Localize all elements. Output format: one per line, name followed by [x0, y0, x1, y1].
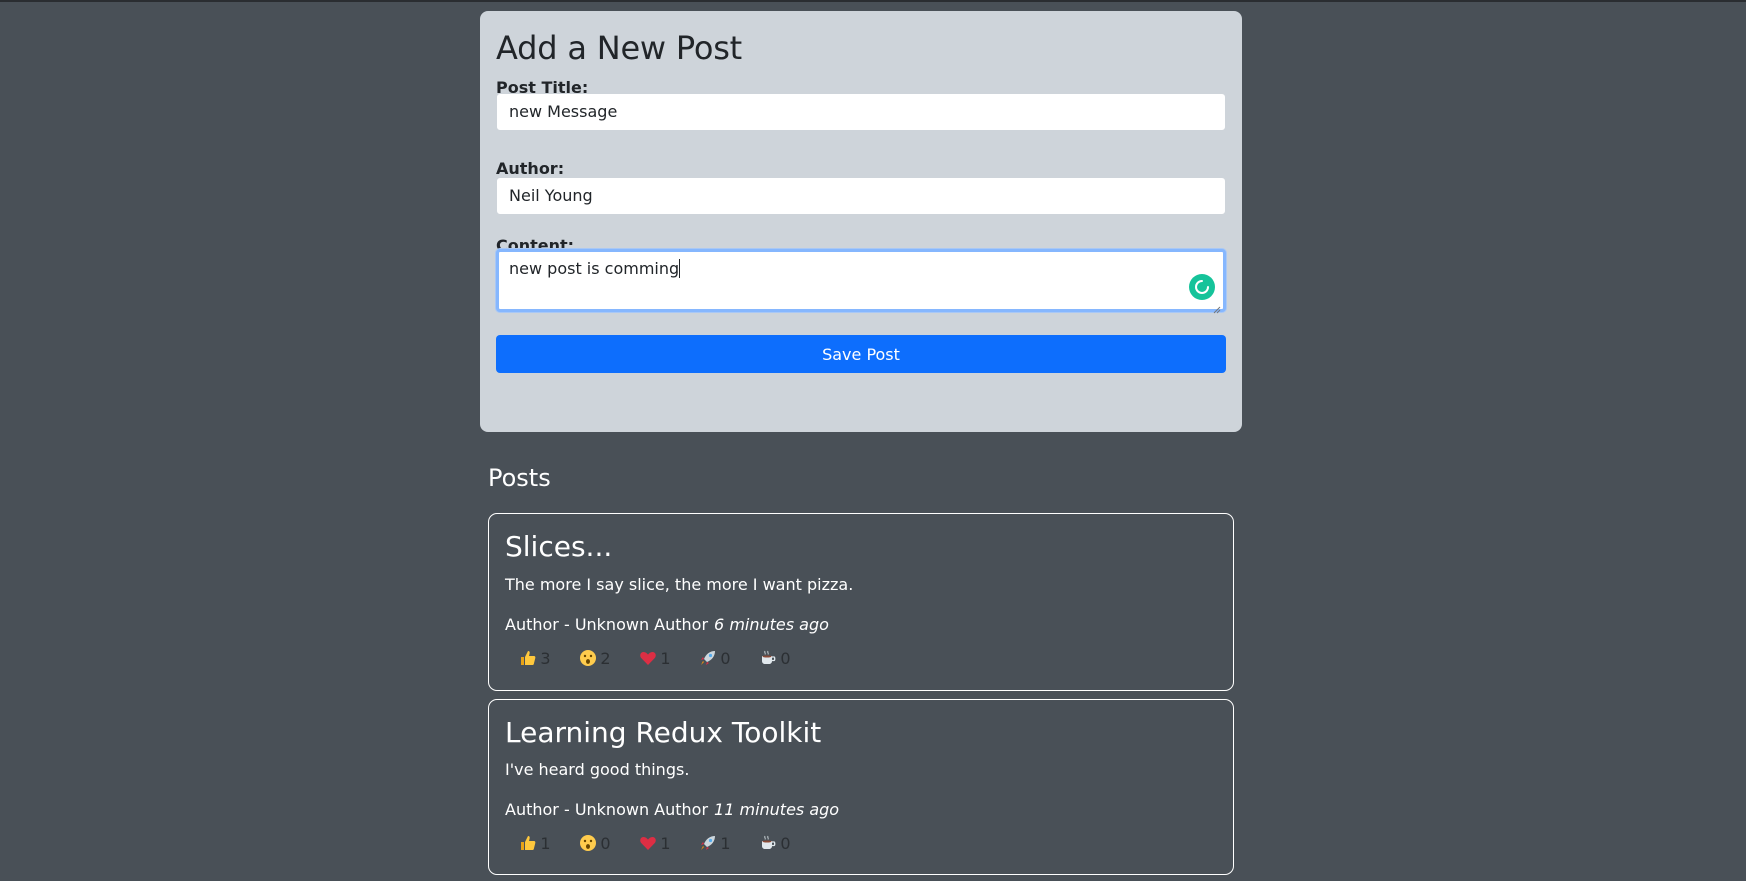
post-author: Author - Unknown Author	[505, 615, 709, 634]
heart-icon	[639, 834, 657, 852]
post-title: Learning Redux Toolkit	[505, 716, 822, 749]
reaction-bar: 1 0 1 1 0	[505, 829, 805, 857]
reaction-coffee-button[interactable]: 0	[745, 644, 805, 672]
thumbs-up-icon	[519, 834, 537, 852]
reaction-count: 0	[600, 833, 611, 853]
reaction-heart-button[interactable]: 1	[625, 829, 685, 857]
post-title: Slices...	[505, 530, 613, 563]
reaction-count: 0	[780, 648, 791, 668]
author-input[interactable]: Neil Young	[496, 177, 1226, 215]
heart-icon	[639, 649, 657, 667]
post-content: I've heard good things.	[505, 760, 690, 779]
rocket-icon	[699, 649, 717, 667]
reaction-thumbs-up-button[interactable]: 1	[505, 829, 565, 857]
reaction-count: 0	[780, 833, 791, 853]
reaction-count: 0	[720, 648, 731, 668]
wow-face-icon	[579, 834, 597, 852]
text-caret	[679, 259, 681, 278]
posts-heading: Posts	[488, 464, 551, 492]
content-text: new post is comming	[509, 259, 680, 278]
reaction-coffee-button[interactable]: 0	[745, 829, 805, 857]
add-post-form: Add a New Post Post Title: new Message A…	[480, 11, 1242, 432]
wow-face-icon	[579, 649, 597, 667]
resize-grip-icon[interactable]	[1213, 299, 1221, 314]
reaction-wow-button[interactable]: 2	[565, 644, 625, 672]
post-time: 11 minutes ago	[714, 800, 840, 819]
reaction-bar: 3 2 1 0 0	[505, 644, 805, 672]
post-title-input[interactable]: new Message	[496, 93, 1226, 131]
save-post-button[interactable]: Save Post	[496, 335, 1226, 373]
post-meta: Author - Unknown Author 6 minutes ago	[505, 615, 829, 634]
reaction-heart-button[interactable]: 1	[625, 644, 685, 672]
thumbs-up-icon	[519, 649, 537, 667]
author-label: Author:	[496, 159, 565, 178]
post-card: Slices... The more I say slice, the more…	[488, 513, 1234, 691]
form-title: Add a New Post	[496, 29, 743, 67]
post-meta: Author - Unknown Author 11 minutes ago	[505, 800, 839, 819]
rocket-icon	[699, 834, 717, 852]
grammarly-icon[interactable]	[1189, 274, 1215, 300]
post-author: Author - Unknown Author	[505, 800, 709, 819]
reaction-thumbs-up-button[interactable]: 3	[505, 644, 565, 672]
reaction-rocket-button[interactable]: 1	[685, 829, 745, 857]
reaction-count: 1	[720, 833, 731, 853]
post-content: The more I say slice, the more I want pi…	[505, 575, 854, 594]
reaction-count: 1	[660, 833, 671, 853]
coffee-icon	[759, 649, 777, 667]
reaction-count: 3	[540, 648, 551, 668]
post-time: 6 minutes ago	[714, 615, 829, 634]
reaction-count: 2	[600, 648, 611, 668]
reaction-rocket-button[interactable]: 0	[685, 644, 745, 672]
reaction-count: 1	[660, 648, 671, 668]
coffee-icon	[759, 834, 777, 852]
post-card: Learning Redux Toolkit I've heard good t…	[488, 699, 1234, 875]
content-textarea[interactable]: new post is comming	[496, 249, 1226, 314]
reaction-count: 1	[540, 833, 551, 853]
reaction-wow-button[interactable]: 0	[565, 829, 625, 857]
